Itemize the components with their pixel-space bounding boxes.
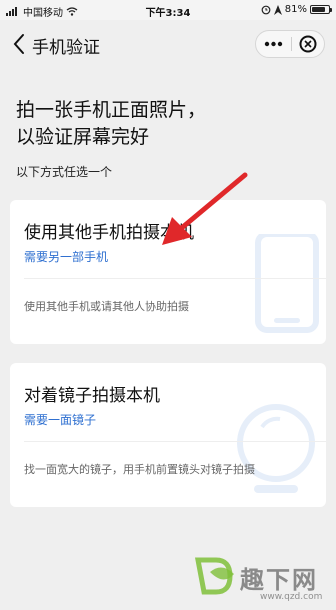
watermark: 趣下网 www.qzd.com: [190, 552, 336, 610]
option-description: 使用其他手机或请其他人协助拍摄: [24, 300, 189, 313]
option-title: 对着镜子拍摄本机: [24, 386, 160, 406]
back-button[interactable]: [10, 32, 30, 56]
option-title: 使用其他手机拍摄本机: [24, 223, 194, 243]
subhead: 以下方式任选一个: [16, 165, 113, 179]
more-dots-icon[interactable]: [256, 31, 291, 57]
option-description: 找一面宽大的镜子，用手机前置镜头对镜子拍摄: [24, 463, 255, 476]
option-requirement: 需要另一部手机: [24, 250, 109, 264]
battery-percent: 81%: [284, 4, 307, 15]
option-card-mirror[interactable]: 对着镜子拍摄本机 需要一面镜子 找一面宽大的镜子，用手机前置镜头对镜子拍摄: [10, 363, 326, 507]
location-icon: [273, 4, 282, 15]
battery-fill: [312, 7, 325, 12]
mini-program-capsule: [255, 30, 325, 58]
option-card-other-phone[interactable]: 使用其他手机拍摄本机 需要另一部手机 使用其他手机或请其他人协助拍摄: [10, 200, 326, 344]
nav-bar: 手机验证: [0, 20, 336, 68]
watermark-url: www.qzd.com: [260, 592, 323, 602]
card-divider: [24, 441, 326, 442]
headline-line-2: 以验证屏幕完好: [16, 126, 150, 148]
mirror-outline-icon: [237, 404, 315, 493]
status-bar: 中国移动 下午3:34 81%: [0, 0, 336, 20]
phone-outline-icon: [255, 234, 319, 333]
alarm-icon: [261, 5, 271, 14]
close-circle-icon[interactable]: [291, 31, 326, 57]
status-right: 81%: [261, 4, 332, 15]
battery-icon: [310, 5, 332, 14]
option-requirement: 需要一面镜子: [24, 413, 97, 427]
headline: 拍一张手机正面照片， 以验证屏幕完好: [16, 97, 206, 151]
card-divider: [24, 278, 326, 279]
watermark-text: 趣下网: [240, 566, 318, 594]
headline-line-1: 拍一张手机正面照片，: [16, 99, 207, 121]
page-title: 手机验证: [32, 38, 100, 58]
